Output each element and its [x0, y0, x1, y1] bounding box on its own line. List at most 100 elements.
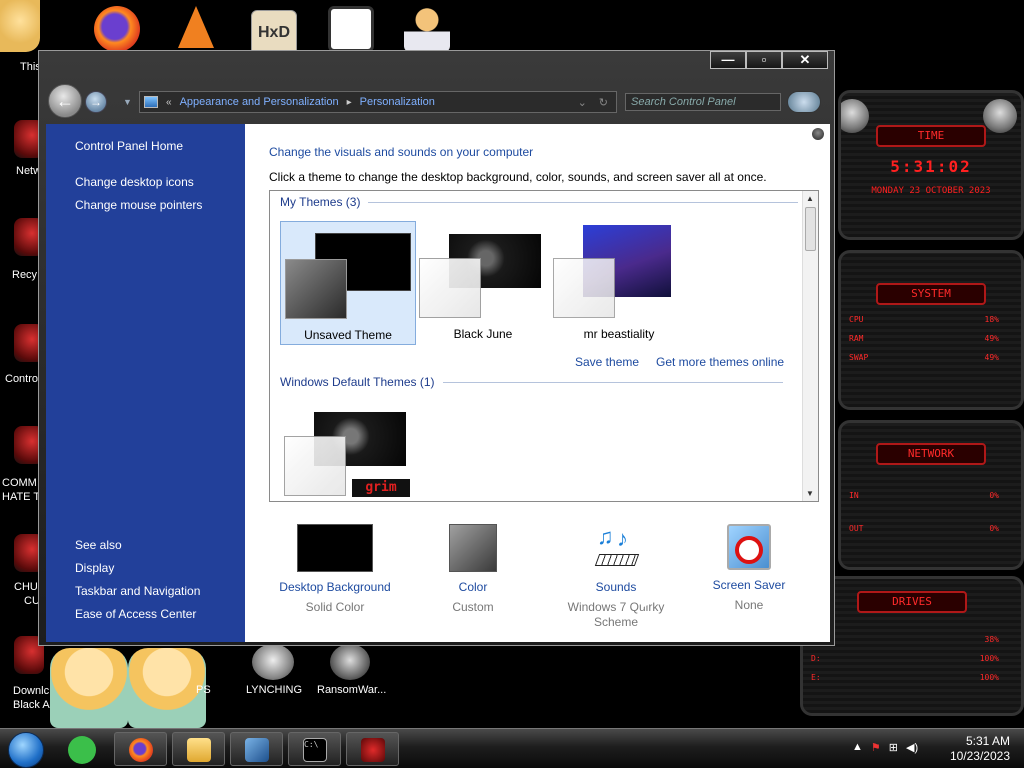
desktop-label-comm[interactable]: COMM [2, 476, 37, 490]
default-themes-group: Windows Default Themes (1) [280, 375, 783, 389]
maximize-button[interactable]: ▫ [746, 51, 782, 69]
gadget-row: IN 0% [841, 491, 1021, 500]
theme-preview-window [284, 436, 346, 496]
desktop-icon-user[interactable] [389, 6, 465, 54]
setting-value: Windows 7 Quirky Scheme [567, 600, 665, 629]
breadcrumb-appearance[interactable]: Appearance and Personalization [180, 96, 339, 108]
music-note-icon: ♫ [597, 524, 614, 549]
sidebar-ease-of-access-center[interactable]: Ease of Access Center [75, 607, 196, 621]
desktop-label-recycle-bin[interactable]: Recy [12, 268, 37, 282]
sidebar-change-mouse-pointers[interactable]: Change mouse pointers [75, 198, 202, 212]
scroll-down-arrow-icon[interactable]: ▼ [806, 489, 814, 498]
close-button[interactable]: ✕ [782, 51, 828, 69]
setting-name[interactable]: Color [441, 580, 505, 594]
clock-time: 5:31 AM [965, 734, 1010, 748]
vlc-cone-icon [178, 6, 214, 48]
desktop-background-setting[interactable]: Desktop Background Solid Color [273, 524, 397, 614]
theme-mr-beastiality[interactable]: mr beastiality [551, 221, 687, 345]
sounds-setting[interactable]: ♫ ♪ Sounds Windows 7 Quirky Scheme [551, 524, 681, 630]
screen-saver-setting[interactable]: Screen Saver None [709, 524, 789, 612]
group-divider [442, 381, 783, 383]
desktop-icon-maze[interactable] [313, 6, 389, 54]
taskbar: C:\ ▲ ⚑ ⊞ ◀) 5:31 AM 10/23/2023 [0, 728, 1024, 768]
gadget-row-value: 0% [989, 524, 999, 533]
action-center-flag-icon[interactable]: ⚑ [871, 741, 881, 754]
scrollbar-thumb[interactable] [805, 207, 816, 251]
setting-name[interactable]: Desktop Background [273, 580, 397, 594]
virtualbox-icon [245, 738, 269, 762]
clock[interactable]: 5:31 AM 10/23/2023 [950, 734, 1010, 764]
breadcrumb-personalization[interactable]: Personalization [360, 96, 435, 108]
themes-list: My Themes (3) Unsaved Theme Black June m… [269, 190, 819, 502]
show-hidden-icons-icon[interactable]: ▲ [852, 741, 863, 754]
default-themes-heading: Windows Default Themes (1) [280, 375, 435, 389]
setting-name[interactable]: Screen Saver [709, 578, 789, 592]
desktop-label-download[interactable]: Downlc [13, 684, 49, 698]
gadget-row-value: 100% [979, 654, 999, 663]
page-title: Change the visuals and sounds on your co… [269, 145, 534, 159]
root-chevron[interactable]: « [166, 97, 172, 108]
desktop-label-ransomware[interactable]: RansomWar... [317, 683, 386, 697]
theme-name: Unsaved Theme [304, 328, 392, 342]
taskbar-gadget-app[interactable] [346, 732, 399, 766]
start-button[interactable] [8, 732, 44, 768]
refresh-icon[interactable]: ↻ [599, 96, 608, 109]
gadget-time-panel: TIME 5:31:02 MONDAY 23 OCTOBER 2023 [838, 90, 1024, 240]
theme-unsaved[interactable]: Unsaved Theme [280, 221, 416, 345]
gadget-row-label: E: [811, 673, 821, 682]
volume-icon[interactable]: ◀) [906, 741, 918, 754]
forward-button[interactable]: → [85, 91, 107, 113]
scroll-up-arrow-icon[interactable]: ▲ [806, 194, 814, 203]
grim-badge: grim [352, 479, 410, 497]
ransomware-skull-icon [330, 644, 370, 680]
desktop-label-hate[interactable]: HATE T [2, 490, 40, 504]
breadcrumb-separator-icon[interactable]: ▸ [347, 97, 352, 108]
music-note-icon: ♪ [617, 526, 628, 551]
recent-pages-button[interactable]: ▼ [123, 97, 132, 107]
minimize-button[interactable]: — [710, 51, 746, 69]
desktop-label-lynching[interactable]: LYNCHING [246, 683, 302, 697]
doctor-user-icon [404, 6, 450, 52]
sidebar-display[interactable]: Display [75, 561, 114, 575]
my-themes-heading: My Themes (3) [280, 195, 361, 209]
themes-scrollbar[interactable]: ▲ ▼ [802, 191, 818, 501]
sounds-music-notes-icon: ♫ ♪ [591, 524, 641, 572]
address-bar[interactable]: « Appearance and Personalization ▸ Perso… [139, 91, 617, 113]
gadget-row-value: 0% [989, 491, 999, 500]
notes-app-icon[interactable] [68, 736, 96, 764]
search-button[interactable] [787, 91, 821, 113]
desktop-label-ps[interactable]: PS [196, 683, 211, 697]
sidebar-change-desktop-icons[interactable]: Change desktop icons [75, 175, 194, 189]
gadget-row: CPU 18% [841, 315, 1021, 324]
gadget-network-panel: NETWORK IN 0% OUT 0% [838, 420, 1024, 570]
gadget-time-title: TIME [876, 125, 986, 147]
theme-black-june[interactable]: Black June [415, 221, 551, 345]
back-button[interactable]: ← [48, 84, 82, 118]
taskbar-file-explorer[interactable] [172, 732, 225, 766]
desktop-icon-firefox[interactable] [79, 6, 155, 54]
desktop-label-control-panel[interactable]: Contro [5, 372, 38, 386]
save-theme-link[interactable]: Save theme [575, 355, 639, 369]
theme-grim[interactable]: grim [280, 399, 416, 501]
help-icon[interactable] [812, 128, 824, 140]
desktop-label-chu[interactable]: CHU [14, 580, 38, 594]
theme-preview-window [553, 258, 615, 318]
sidebar-control-panel-home[interactable]: Control Panel Home [75, 139, 183, 153]
search-input[interactable]: Search Control Panel [625, 93, 781, 111]
gadget-row: C:38% [803, 635, 1021, 644]
gadget-row-label: RAM [849, 334, 864, 343]
theme-preview-window [419, 258, 481, 318]
taskbar-firefox[interactable] [114, 732, 167, 766]
get-more-themes-link[interactable]: Get more themes online [656, 355, 784, 369]
sidebar-taskbar-and-navigation[interactable]: Taskbar and Navigation [75, 584, 200, 598]
color-setting[interactable]: Color Custom [441, 524, 505, 614]
taskbar-virtualbox[interactable] [230, 732, 283, 766]
desktop-icon-vlc[interactable] [158, 6, 234, 50]
setting-value: Custom [452, 600, 494, 614]
taskbar-command-prompt[interactable]: C:\ [288, 732, 341, 766]
setting-value: Solid Color [305, 600, 365, 614]
setting-name[interactable]: Sounds [551, 580, 681, 594]
network-icon[interactable]: ⊞ [889, 741, 898, 754]
gadget-row-value: 100% [979, 673, 999, 682]
address-dropdown-icon[interactable]: ⌄ [578, 96, 587, 109]
